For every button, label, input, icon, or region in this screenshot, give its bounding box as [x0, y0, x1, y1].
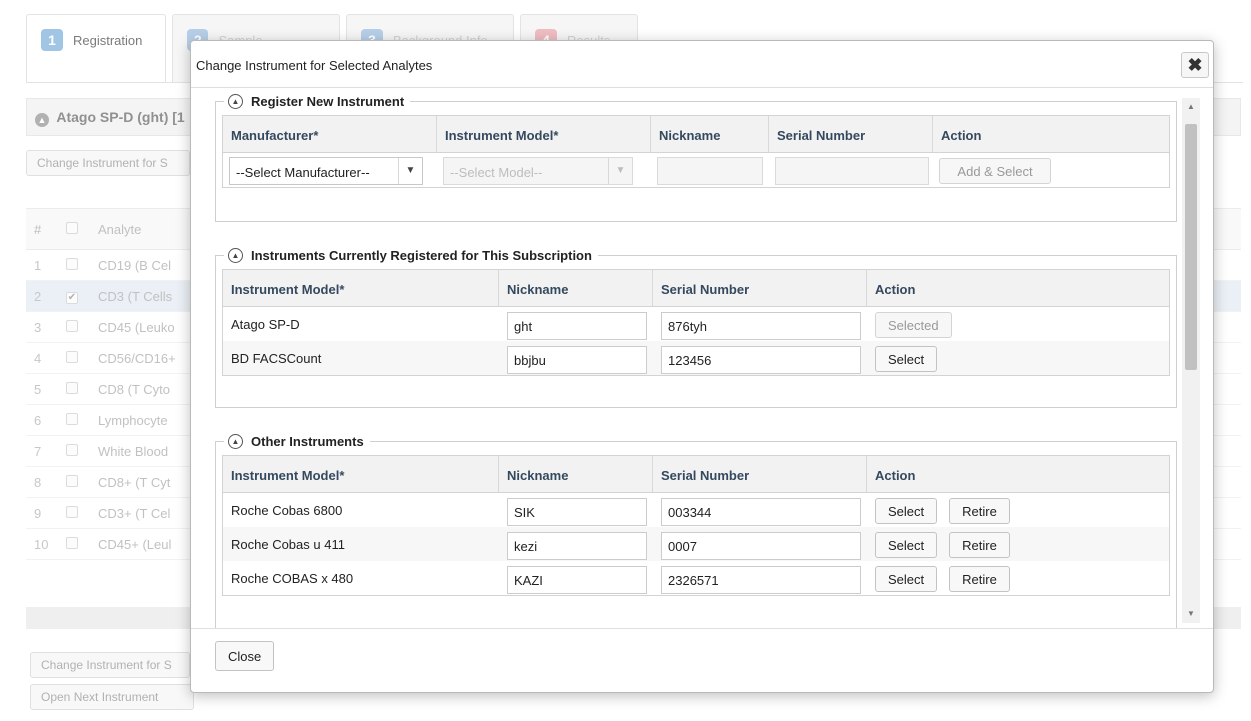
col-header-action: Action: [875, 282, 916, 297]
register-row: --Select Manufacturer-- ▼ --Select Model…: [223, 153, 1169, 187]
change-instrument-dialog: Change Instrument for Selected Analytes …: [190, 40, 1214, 693]
nickname-input[interactable]: [657, 157, 763, 185]
other-table-header: Instrument Model* Nickname Serial Number…: [223, 456, 1169, 493]
register-table-header: Manufacturer* Instrument Model* Nickname…: [223, 116, 1169, 153]
col-header-model: Instrument Model*: [223, 270, 499, 306]
instrument-model: Roche COBAS x 480: [231, 570, 354, 586]
serial-number-input[interactable]: 123456: [661, 346, 861, 374]
serial-number-input[interactable]: 003344: [661, 498, 861, 526]
retire-button[interactable]: Retire: [949, 566, 1010, 592]
dialog-title: Change Instrument for Selected Analytes: [196, 58, 433, 73]
chevron-up-icon[interactable]: ▲: [228, 248, 243, 263]
instrument-model: Roche Cobas 6800: [231, 502, 343, 518]
col-header-serial: Serial Number: [653, 456, 867, 492]
section-legend[interactable]: ▲ Instruments Currently Registered for T…: [224, 248, 598, 263]
dialog-footer: Close: [191, 628, 1213, 692]
col-header-model: Instrument Model*: [223, 456, 499, 492]
serial-number-input[interactable]: [775, 157, 929, 185]
table-row: Atago SP-D ght 876tyh Selected: [223, 307, 1169, 341]
col-header-nickname: Nickname: [651, 116, 769, 152]
instrument-model: BD FACSCount: [231, 350, 322, 366]
section-legend[interactable]: ▲ Register New Instrument: [224, 94, 410, 109]
scroll-down-arrow-icon[interactable]: ▼: [1182, 605, 1200, 623]
registered-table: Instrument Model* Nickname Serial Number…: [222, 269, 1170, 376]
instrument-model: Atago SP-D: [231, 316, 300, 332]
dialog-body: ▲ Register New Instrument Manufacturer* …: [191, 88, 1213, 628]
retire-button[interactable]: Retire: [949, 498, 1010, 524]
model-select-value: --Select Model--: [450, 165, 543, 180]
select-button[interactable]: Select: [875, 532, 938, 558]
scroll-thumb[interactable]: [1185, 124, 1197, 370]
section-legend[interactable]: ▲ Other Instruments: [224, 434, 370, 449]
chevron-up-icon[interactable]: ▲: [228, 434, 243, 449]
model-select[interactable]: --Select Model-- ▼: [443, 157, 633, 185]
serial-number-input[interactable]: 876tyh: [661, 312, 861, 340]
chevron-down-icon: ▼: [398, 158, 422, 184]
close-button[interactable]: Close: [215, 641, 275, 671]
dialog-titlebar: Change Instrument for Selected Analytes …: [191, 41, 1213, 88]
serial-number-input[interactable]: 0007: [661, 532, 861, 560]
scroll-up-arrow-icon[interactable]: ▲: [1182, 98, 1200, 116]
nickname-input[interactable]: KAZI: [507, 566, 647, 594]
select-button[interactable]: Select: [875, 566, 938, 592]
legend-text: Register New Instrument: [251, 94, 405, 109]
nickname-input[interactable]: ght: [507, 312, 647, 340]
manufacturer-select-value: --Select Manufacturer--: [236, 165, 370, 180]
manufacturer-select[interactable]: --Select Manufacturer-- ▼: [229, 157, 423, 185]
col-header-serial: Serial Number: [653, 270, 867, 306]
selected-button[interactable]: Selected: [875, 312, 952, 338]
col-header-action: Action: [941, 128, 982, 143]
legend-text: Other Instruments: [251, 434, 364, 449]
chevron-up-icon[interactable]: ▲: [228, 94, 243, 109]
chevron-down-icon: ▼: [608, 158, 632, 184]
register-new-instrument-section: ▲ Register New Instrument Manufacturer* …: [215, 94, 1177, 222]
legend-text: Instruments Currently Registered for Thi…: [251, 248, 592, 263]
register-table: Manufacturer* Instrument Model* Nickname…: [222, 115, 1170, 188]
table-row: Roche COBAS x 480 KAZI 2326571 Select Re…: [223, 561, 1169, 595]
select-button[interactable]: Select: [875, 346, 938, 372]
instrument-model: Roche Cobas u 411: [231, 536, 345, 552]
serial-number-input[interactable]: 2326571: [661, 566, 861, 594]
col-header-nickname: Nickname: [499, 270, 653, 306]
registered-instruments-section: ▲ Instruments Currently Registered for T…: [215, 248, 1177, 408]
other-instruments-table: Instrument Model* Nickname Serial Number…: [222, 455, 1170, 596]
col-header-serial: Serial Number: [769, 116, 933, 152]
add-and-select-button[interactable]: Add & Select: [939, 158, 1051, 184]
retire-button[interactable]: Retire: [949, 532, 1010, 558]
col-header-action: Action: [875, 468, 916, 483]
table-row: BD FACSCount bbjbu 123456 Select: [223, 341, 1169, 375]
col-header-model: Instrument Model*: [437, 116, 651, 152]
close-icon[interactable]: ✖: [1181, 52, 1209, 78]
col-header-manufacturer: Manufacturer*: [223, 116, 437, 152]
dialog-scrollbar[interactable]: ▲ ▼: [1182, 98, 1200, 623]
nickname-input[interactable]: bbjbu: [507, 346, 647, 374]
registered-table-header: Instrument Model* Nickname Serial Number…: [223, 270, 1169, 307]
table-row: Roche Cobas u 411 kezi 0007 Select Retir…: [223, 527, 1169, 561]
nickname-input[interactable]: kezi: [507, 532, 647, 560]
select-button[interactable]: Select: [875, 498, 938, 524]
table-row: Roche Cobas 6800 SIK 003344 Select Retir…: [223, 493, 1169, 527]
col-header-nickname: Nickname: [499, 456, 653, 492]
other-instruments-section: ▲ Other Instruments Instrument Model* Ni…: [215, 434, 1177, 628]
nickname-input[interactable]: SIK: [507, 498, 647, 526]
